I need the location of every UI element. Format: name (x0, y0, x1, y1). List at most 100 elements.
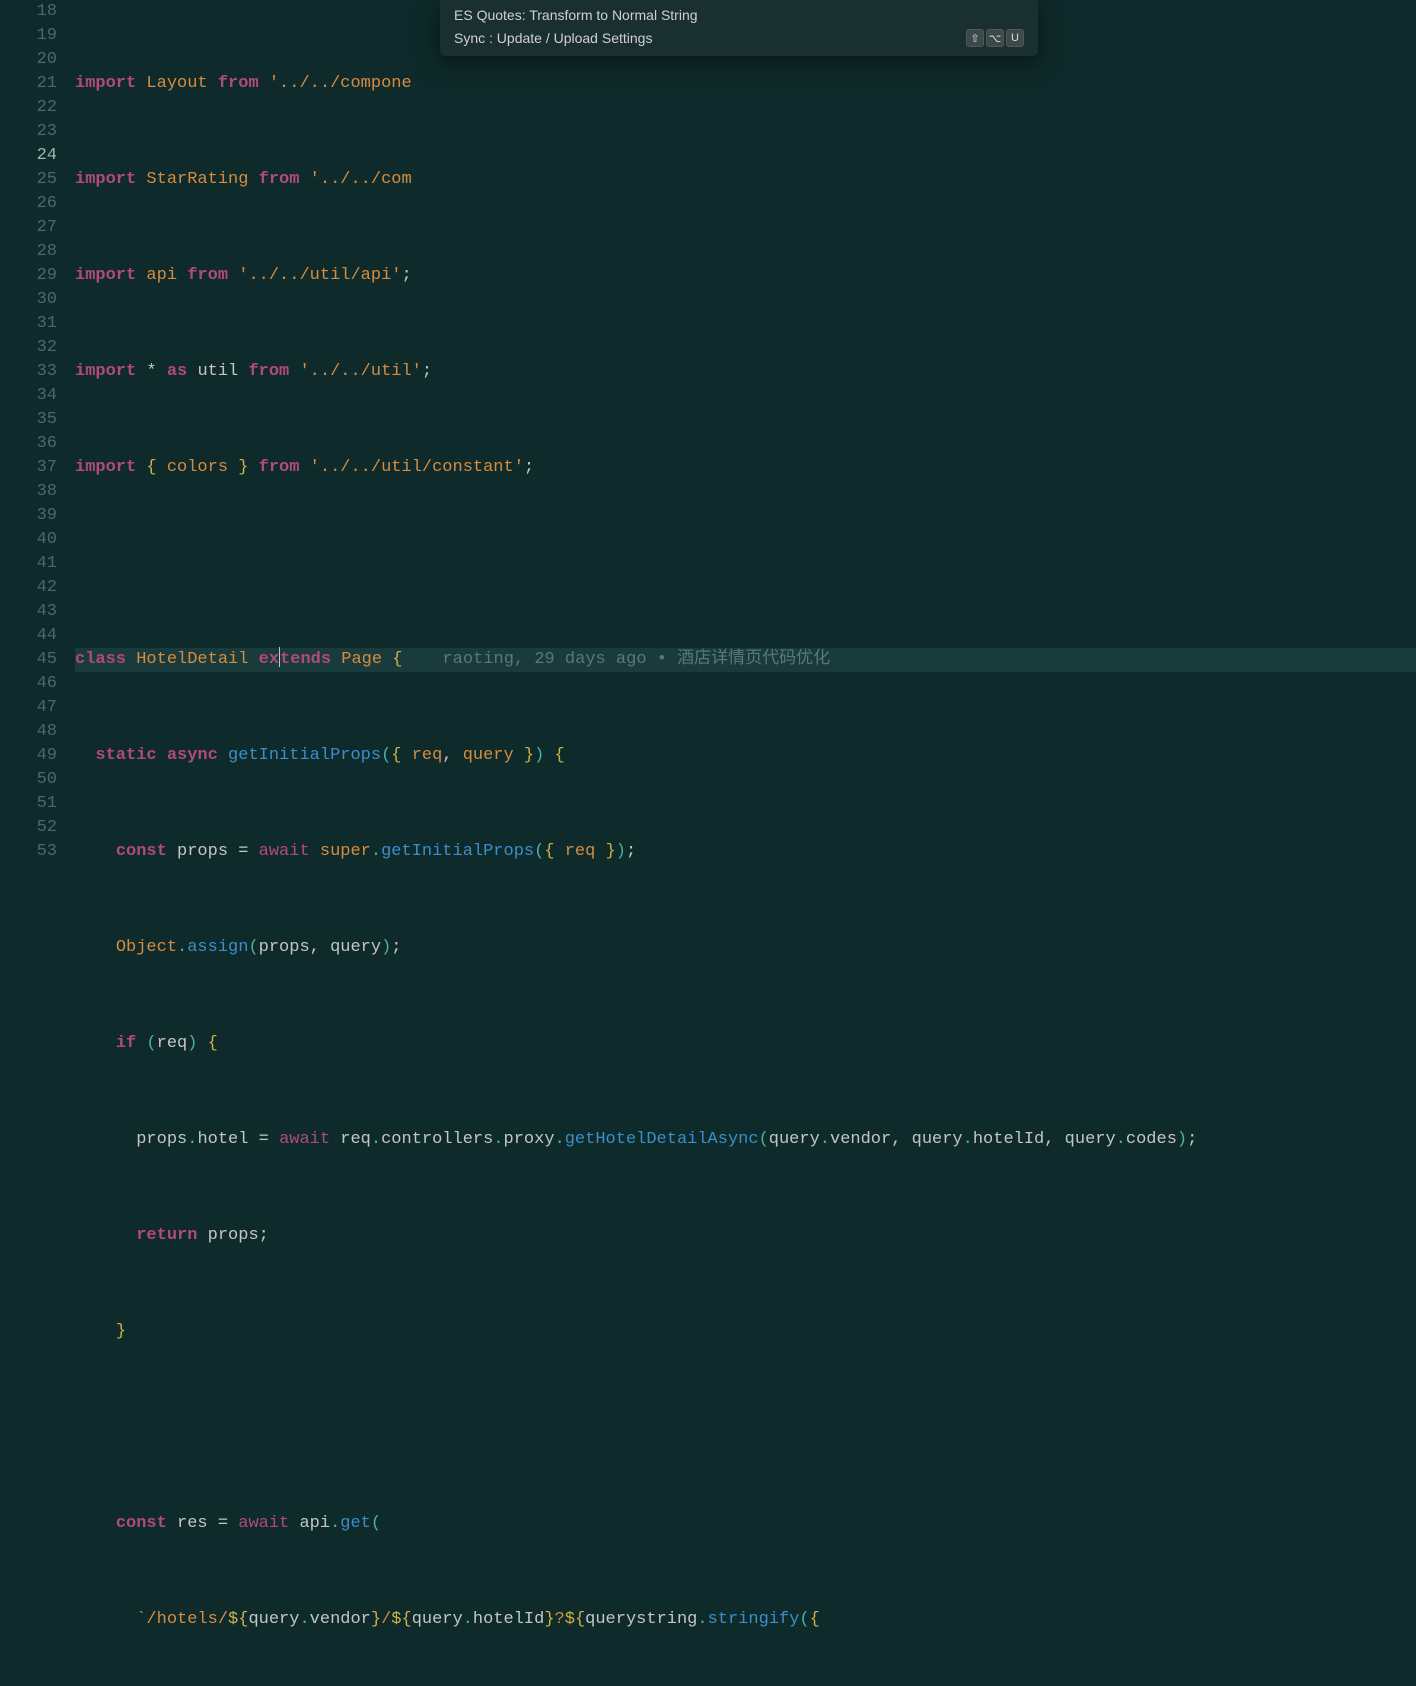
paren: ) (534, 746, 544, 765)
paren: ( (799, 1610, 809, 1629)
brace: { (555, 746, 565, 765)
brace: { (810, 1610, 820, 1629)
dot: . (299, 1610, 309, 1629)
palette-item-es-quotes[interactable]: ES Quotes: Transform to Normal String (440, 4, 1038, 26)
template-expr: ${ (391, 1610, 411, 1629)
string: '../../com (310, 170, 412, 189)
line-number: 29 (0, 264, 57, 288)
brace: } (606, 842, 616, 861)
keyword: if (116, 1034, 136, 1053)
line-number: 51 (0, 792, 57, 816)
code-area[interactable]: import Layout from '../../compone import… (75, 0, 1416, 843)
paren: ( (759, 1130, 769, 1149)
line-number: 43 (0, 600, 57, 624)
palette-label: Sync : Update / Upload Settings (454, 30, 652, 46)
line-number: 24 (0, 144, 57, 168)
ident: api (299, 1514, 330, 1533)
line-number: 36 (0, 432, 57, 456)
keyword: from (248, 362, 289, 381)
keyword: await (259, 842, 310, 861)
line-number: 34 (0, 384, 57, 408)
ident: query (248, 1610, 299, 1629)
keyword: await (238, 1514, 289, 1533)
git-blame-annotation: raoting, 29 days ago • 酒店详情页代码优化 (442, 650, 830, 669)
code-line[interactable]: Object.assign(props, query); (75, 936, 1416, 960)
line-number: 50 (0, 768, 57, 792)
keyword: await (279, 1130, 330, 1149)
param: req (565, 842, 596, 861)
param: req (412, 746, 443, 765)
dot: . (493, 1130, 503, 1149)
dot: . (963, 1130, 973, 1149)
brace: } (116, 1322, 126, 1341)
line-number: 26 (0, 192, 57, 216)
comma: , (442, 746, 452, 765)
code-line[interactable]: const props = await super.getInitialProp… (75, 840, 1416, 864)
line-number: 25 (0, 168, 57, 192)
code-line[interactable]: return props; (75, 1224, 1416, 1248)
line-number: 27 (0, 216, 57, 240)
semi: ; (391, 938, 401, 957)
code-line[interactable]: static async getInitialProps({ req, quer… (75, 744, 1416, 768)
super: super (320, 842, 371, 861)
code-line[interactable]: import { colors } from '../../util/const… (75, 456, 1416, 480)
method: stringify (708, 1610, 800, 1629)
identifier: StarRating (146, 170, 248, 189)
arg: props (259, 938, 310, 957)
dot: . (697, 1610, 707, 1629)
dot: . (330, 1514, 340, 1533)
code-line[interactable]: if (req) { (75, 1032, 1416, 1056)
semi: ; (259, 1226, 269, 1245)
code-line-blank[interactable] (75, 552, 1416, 576)
line-number: 40 (0, 528, 57, 552)
string: '../../compone (269, 74, 412, 93)
line-number: 33 (0, 360, 57, 384)
paren: ) (1177, 1130, 1187, 1149)
code-line[interactable]: const res = await api.get( (75, 1512, 1416, 1536)
palette-shortcut: ⇧ ⌥ U (966, 29, 1024, 47)
line-number: 20 (0, 48, 57, 72)
code-line[interactable]: import StarRating from '../../com (75, 168, 1416, 192)
string: '../../util/constant' (310, 458, 524, 477)
dot: . (187, 1130, 197, 1149)
code-line-current[interactable]: class HotelDetail extends Page {raoting,… (75, 648, 1416, 672)
string: /hotels/ (146, 1610, 228, 1629)
paren: ( (146, 1034, 156, 1053)
code-line[interactable]: import * as util from '../../util'; (75, 360, 1416, 384)
line-number: 42 (0, 576, 57, 600)
identifier: req (157, 1034, 188, 1053)
dot: . (555, 1130, 565, 1149)
line-number: 35 (0, 408, 57, 432)
code-line[interactable]: `/hotels/${query.vendor}/${query.hotelId… (75, 1608, 1416, 1632)
line-number: 21 (0, 72, 57, 96)
comma: , (891, 1130, 901, 1149)
line-number: 48 (0, 720, 57, 744)
method: get (340, 1514, 371, 1533)
code-line[interactable]: import api from '../../util/api'; (75, 264, 1416, 288)
blame-sep: • (657, 650, 667, 669)
code-line-blank[interactable] (75, 1416, 1416, 1440)
code-editor[interactable]: 1819202122232425262728293031323334353637… (0, 0, 1416, 843)
op: = (259, 1130, 269, 1149)
text-cursor (279, 647, 280, 667)
palette-item-sync-upload[interactable]: Sync : Update / Upload Settings ⇧ ⌥ U (440, 26, 1038, 50)
identifier: colors (167, 458, 228, 477)
method-name: getInitialProps (228, 746, 381, 765)
prop: hotel (197, 1130, 248, 1149)
string: '../../util/api' (238, 266, 401, 285)
key-option: ⌥ (986, 29, 1004, 47)
code-line[interactable]: import Layout from '../../compone (75, 72, 1416, 96)
prop: proxy (504, 1130, 555, 1149)
dot: . (371, 1130, 381, 1149)
method: getInitialProps (381, 842, 534, 861)
line-number: 28 (0, 240, 57, 264)
line-number: 45 (0, 648, 57, 672)
ident: querystring (585, 1610, 697, 1629)
keyword: static (95, 746, 156, 765)
line-number: 41 (0, 552, 57, 576)
brace: { (392, 650, 402, 669)
command-palette[interactable]: ES Quotes: Transform to Normal String Sy… (440, 0, 1038, 56)
key-shift: ⇧ (966, 29, 984, 47)
code-line[interactable]: } (75, 1320, 1416, 1344)
code-line[interactable]: props.hotel = await req.controllers.prox… (75, 1128, 1416, 1152)
